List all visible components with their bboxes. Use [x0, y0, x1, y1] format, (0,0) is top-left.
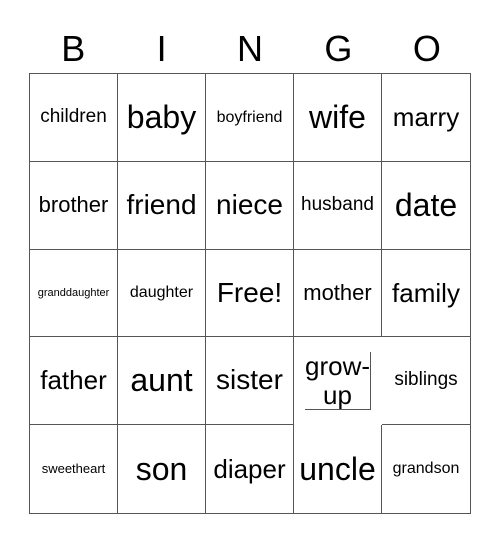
bingo-cell[interactable]: siblings	[382, 337, 470, 426]
bingo-cell[interactable]: family	[382, 250, 470, 338]
bingo-cell[interactable]: niece	[206, 161, 294, 250]
bingo-cell[interactable]: uncle	[294, 425, 382, 513]
bingo-cell[interactable]: boyfriend	[206, 74, 294, 162]
header-letter-b: B	[61, 28, 86, 69]
bingo-header: B I N G O	[29, 26, 471, 72]
bingo-grid: children baby boyfriend wife marry broth…	[29, 73, 471, 514]
free-space[interactable]: Free!	[206, 249, 294, 338]
bingo-cell[interactable]: marry	[382, 74, 470, 162]
header-letter-g: G	[324, 28, 353, 69]
bingo-cell[interactable]: grow-up	[304, 352, 371, 411]
bingo-cell[interactable]: mother	[294, 249, 382, 338]
bingo-cell[interactable]: diaper	[206, 425, 294, 513]
bingo-cell[interactable]: wife	[294, 74, 382, 162]
bingo-cell[interactable]: children	[30, 74, 118, 162]
header-letter-n: N	[237, 28, 264, 69]
header-letter-i: I	[156, 28, 167, 69]
bingo-cell[interactable]: friend	[118, 161, 206, 250]
bingo-cell[interactable]: date	[382, 162, 470, 250]
bingo-cell[interactable]: sweetheart	[30, 425, 118, 513]
bingo-cell[interactable]: sister	[206, 337, 294, 426]
bingo-cell[interactable]: daughter	[118, 249, 206, 338]
bingo-cell[interactable]: baby	[118, 74, 206, 162]
bingo-cell[interactable]: aunt	[118, 337, 206, 426]
header-letter-o: O	[412, 28, 441, 69]
bingo-cell[interactable]: granddaughter	[30, 249, 118, 338]
bingo-cell[interactable]: husband	[294, 161, 382, 250]
bingo-cell[interactable]: grandson	[382, 425, 470, 513]
bingo-cell[interactable]: father	[30, 337, 118, 426]
bingo-cell[interactable]: son	[118, 425, 206, 513]
bingo-cell[interactable]: brother	[30, 161, 118, 250]
